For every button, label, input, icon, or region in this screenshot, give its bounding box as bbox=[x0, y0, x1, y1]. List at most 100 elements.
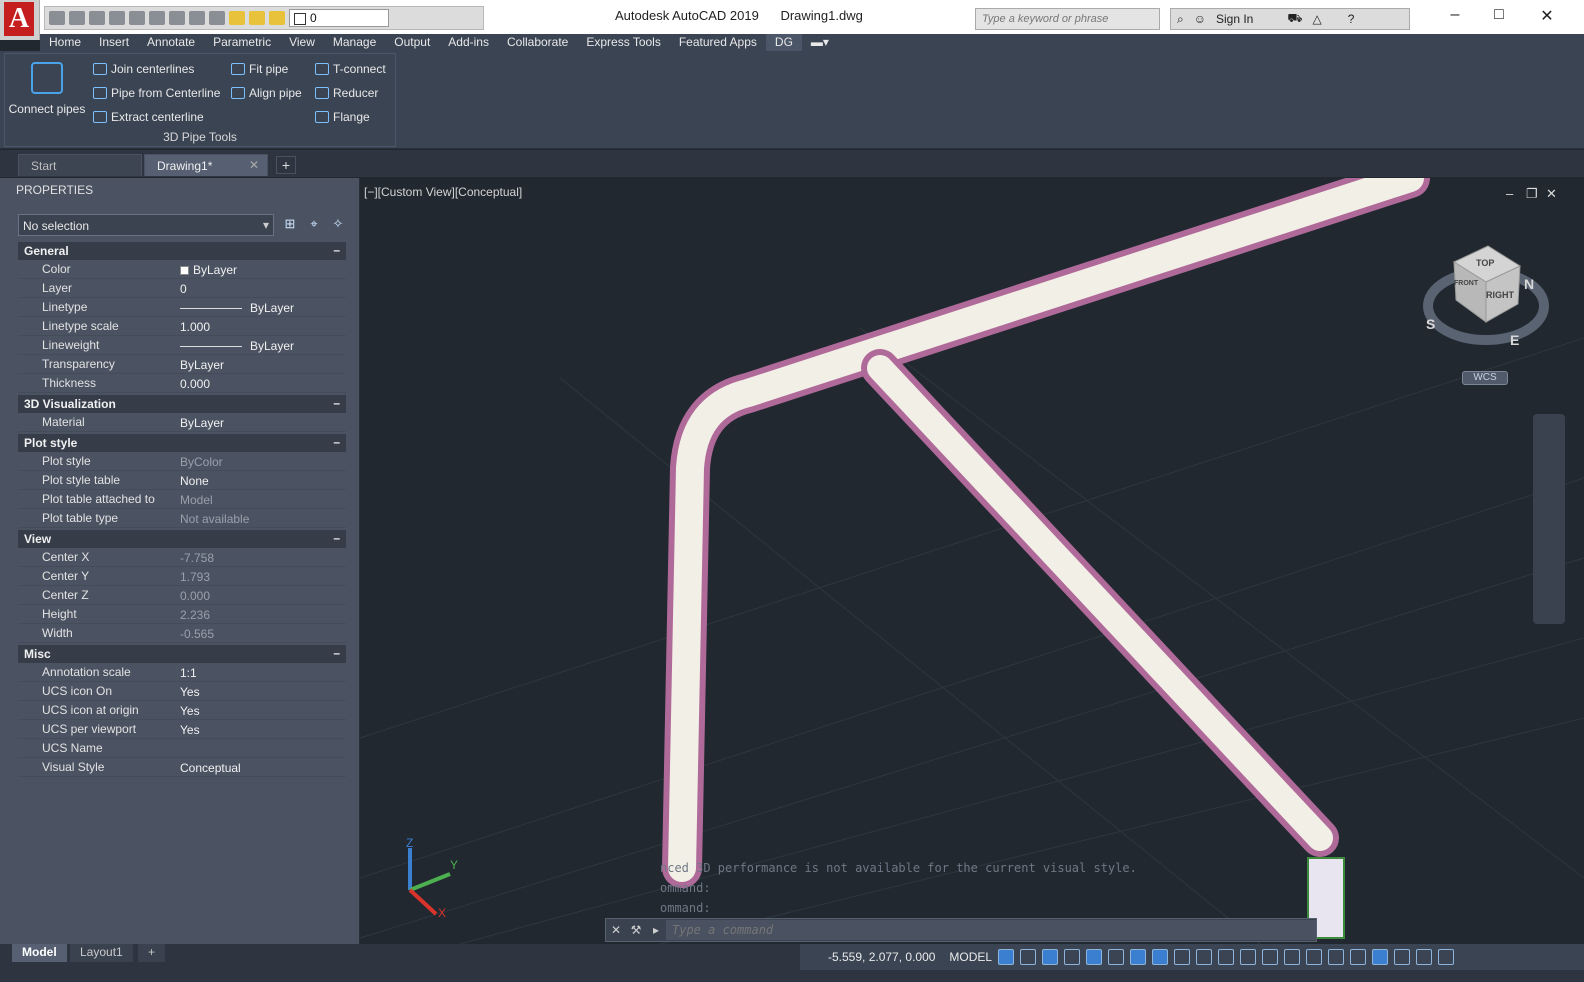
t-connect-button[interactable]: T-connect bbox=[315, 62, 386, 76]
polar-icon[interactable] bbox=[1086, 949, 1103, 965]
property-row[interactable]: Height 2.236 bbox=[18, 605, 346, 624]
fit-pipe-button[interactable]: Fit pipe bbox=[231, 62, 288, 76]
isodraft-icon[interactable] bbox=[1108, 949, 1125, 965]
extract-centerline-button[interactable]: Extract centerline bbox=[93, 110, 204, 124]
clean-screen-icon[interactable] bbox=[1416, 949, 1433, 965]
plot-icon[interactable] bbox=[169, 11, 185, 25]
new-tab-button[interactable]: + bbox=[276, 156, 296, 174]
object-snap-tracking-icon[interactable] bbox=[1130, 949, 1147, 965]
property-row[interactable]: UCS icon On Yes bbox=[18, 682, 346, 701]
property-row[interactable]: Plot style table None bbox=[18, 471, 346, 490]
quick-select-icon[interactable]: ✧ bbox=[330, 216, 346, 232]
property-value[interactable]: 1.000 bbox=[180, 317, 210, 335]
property-row[interactable]: Center Z 0.000 bbox=[18, 586, 346, 605]
property-row[interactable]: Plot style ByColor bbox=[18, 452, 346, 471]
ortho-icon[interactable] bbox=[1064, 949, 1081, 965]
new-icon[interactable] bbox=[49, 11, 65, 25]
property-row[interactable]: Plot table attached to Model bbox=[18, 490, 346, 509]
property-row[interactable]: Plot table type Not available bbox=[18, 509, 346, 528]
dynamic-ucs-icon[interactable] bbox=[1262, 949, 1279, 965]
tab-parametric[interactable]: Parametric bbox=[204, 34, 280, 51]
viewport-restore-icon[interactable]: ❐ bbox=[1526, 186, 1538, 202]
property-row[interactable]: Linetype ByLayer bbox=[18, 298, 346, 317]
property-value[interactable]: Yes bbox=[180, 701, 200, 719]
property-value[interactable]: -0.565 bbox=[180, 624, 214, 642]
drawing-viewport[interactable]: [−][Custom View][Conceptual] – ❐ ✕ TOP R… bbox=[360, 178, 1584, 944]
selection-cycling-icon[interactable] bbox=[1218, 949, 1235, 965]
layout-tab-layout1[interactable]: Layout1 bbox=[70, 944, 133, 962]
property-row[interactable]: Thickness 0.000 bbox=[18, 374, 346, 393]
property-value[interactable]: Yes bbox=[180, 720, 200, 738]
layer-lock-icon[interactable] bbox=[269, 11, 285, 25]
property-value[interactable]: Yes bbox=[180, 682, 200, 700]
property-value[interactable]: -7.758 bbox=[180, 548, 214, 566]
property-value[interactable]: ByLayer bbox=[180, 413, 224, 431]
tab-featured-apps[interactable]: Featured Apps bbox=[670, 34, 766, 51]
redo-icon[interactable] bbox=[209, 11, 225, 25]
property-value[interactable]: ByLayer bbox=[180, 298, 294, 316]
add-layout-button[interactable]: + bbox=[138, 944, 166, 962]
command-customize-icon[interactable]: ⚒ bbox=[626, 923, 646, 937]
section-header[interactable]: Misc bbox=[18, 645, 346, 663]
property-value[interactable]: 2.236 bbox=[180, 605, 210, 623]
align-pipe-button[interactable]: Align pipe bbox=[231, 86, 302, 100]
property-row[interactable]: Linetype scale 1.000 bbox=[18, 317, 346, 336]
customization-icon[interactable] bbox=[1438, 949, 1455, 965]
select-objects-icon[interactable]: ⌖ bbox=[306, 216, 322, 232]
coordinates-readout[interactable]: -5.559, 2.077, 0.000 bbox=[828, 950, 935, 964]
model-space-toggle[interactable]: MODEL bbox=[949, 950, 992, 964]
undo-icon[interactable] bbox=[189, 11, 205, 25]
join-centerlines-button[interactable]: Join centerlines bbox=[93, 62, 194, 76]
search-input[interactable]: Type a keyword or phrase bbox=[975, 8, 1160, 30]
navigation-bar[interactable] bbox=[1533, 414, 1565, 624]
tab-dg[interactable]: DG bbox=[765, 34, 802, 51]
layer-sun-icon[interactable] bbox=[249, 11, 265, 25]
grid-icon[interactable] bbox=[998, 949, 1015, 965]
property-row[interactable]: Layer 0 bbox=[18, 279, 346, 298]
section-header[interactable]: View bbox=[18, 530, 346, 548]
snap-icon[interactable] bbox=[1020, 949, 1037, 965]
a360-icon[interactable]: △ bbox=[1312, 12, 1321, 26]
viewport-controls-label[interactable]: [−][Custom View][Conceptual] bbox=[364, 185, 522, 199]
annotation-scale-icon[interactable] bbox=[1306, 949, 1323, 965]
workspace-gear-icon[interactable] bbox=[1328, 949, 1345, 965]
binoculars-icon[interactable]: ⌕ bbox=[1177, 12, 1184, 27]
property-row[interactable]: Width -0.565 bbox=[18, 624, 346, 643]
units-icon[interactable] bbox=[1350, 949, 1367, 965]
save-icon[interactable] bbox=[89, 11, 105, 25]
transparency-icon[interactable] bbox=[1196, 949, 1213, 965]
layer-dropdown[interactable]: 0 bbox=[289, 9, 389, 27]
hardware-acceleration-icon[interactable] bbox=[1394, 949, 1411, 965]
import-icon[interactable] bbox=[129, 11, 145, 25]
minimize-icon[interactable]: – bbox=[1440, 6, 1470, 24]
tab-annotate[interactable]: Annotate bbox=[138, 34, 204, 51]
tab-collaborate[interactable]: Collaborate bbox=[498, 34, 577, 51]
property-value[interactable]: 0.000 bbox=[180, 374, 210, 392]
application-menu-button[interactable]: A bbox=[0, 0, 40, 40]
reducer-button[interactable]: Reducer bbox=[315, 86, 378, 100]
property-row[interactable]: UCS icon at origin Yes bbox=[18, 701, 346, 720]
section-header[interactable]: Plot style bbox=[18, 434, 346, 452]
property-value[interactable]: 1:1 bbox=[180, 663, 197, 681]
selection-dropdown[interactable]: No selection bbox=[18, 214, 274, 236]
save-as-icon[interactable] bbox=[109, 11, 125, 25]
maximize-icon[interactable]: □ bbox=[1484, 6, 1514, 24]
ribbon-options-icon[interactable]: ▬▾ bbox=[802, 34, 838, 51]
object-snap-icon[interactable] bbox=[1152, 949, 1169, 965]
property-value[interactable]: ByLayer bbox=[180, 355, 224, 373]
wcs-menu[interactable]: WCS bbox=[1462, 371, 1508, 385]
property-row[interactable]: Center Y 1.793 bbox=[18, 567, 346, 586]
tab-view[interactable]: View bbox=[280, 34, 324, 51]
command-close-icon[interactable]: ✕ bbox=[606, 923, 626, 937]
property-value[interactable]: Not available bbox=[180, 509, 249, 527]
3d-osnap-icon[interactable] bbox=[1240, 949, 1257, 965]
tab-express-tools[interactable]: Express Tools bbox=[577, 34, 669, 51]
property-row[interactable]: Center X -7.758 bbox=[18, 548, 346, 567]
command-input[interactable] bbox=[666, 920, 1316, 940]
layout-tab-model[interactable]: Model bbox=[12, 944, 67, 962]
property-value[interactable]: None bbox=[180, 471, 209, 489]
viewport-minimize-icon[interactable]: – bbox=[1506, 186, 1513, 201]
help-icon[interactable]: ? bbox=[1348, 12, 1355, 26]
lineweight-icon[interactable] bbox=[1174, 949, 1191, 965]
gizmo-icon[interactable] bbox=[1284, 949, 1301, 965]
